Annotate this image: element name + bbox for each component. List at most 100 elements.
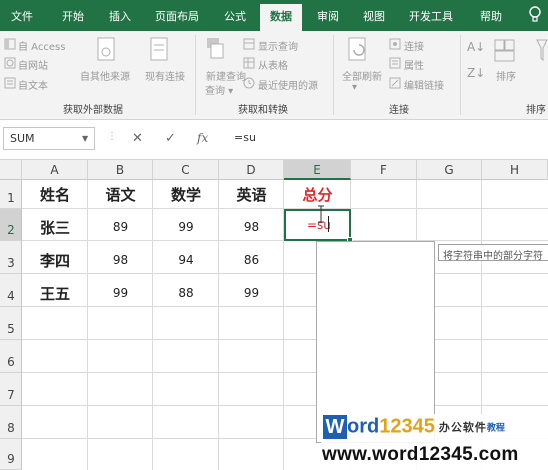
row-header-1[interactable]: 1 <box>0 180 22 209</box>
from-other-sources-button[interactable]: 自其他来源 <box>80 68 130 83</box>
gridline <box>22 372 548 373</box>
tab-file[interactable]: 文件 <box>11 8 33 24</box>
edit-links-button[interactable]: 编辑链接 <box>404 77 444 92</box>
cell-c2[interactable]: 99 <box>153 220 219 234</box>
watermark-office-software: 办公软件 <box>438 421 487 434</box>
enter-formula-button[interactable]: ✓ <box>165 131 176 146</box>
show-queries-button[interactable]: 显示查询 <box>258 38 298 53</box>
cell-d2[interactable]: 98 <box>219 220 284 234</box>
cell-a1[interactable]: 姓名 <box>22 184 88 205</box>
cancel-formula-button[interactable]: ✕ <box>132 131 143 146</box>
gridline <box>22 273 548 274</box>
watermark-url: www.word12345.com <box>322 444 519 465</box>
cell-c3[interactable]: 94 <box>153 253 219 267</box>
row-header-3[interactable]: 3 <box>0 241 22 274</box>
group-separator <box>195 35 196 115</box>
row-header-8[interactable]: 8 <box>0 406 22 439</box>
i-beam-cursor-icon <box>318 205 324 223</box>
tab-help[interactable]: 帮助 <box>480 8 502 24</box>
cell-d3[interactable]: 86 <box>219 253 284 267</box>
cell-e1[interactable]: 总分 <box>284 184 351 205</box>
column-header-g[interactable]: G <box>417 160 482 180</box>
watermark-num: 12345 <box>379 415 435 438</box>
cell-b2[interactable]: 89 <box>88 220 153 234</box>
sort-dialog-icon <box>494 39 515 62</box>
group-label-get-transform: 获取和转换 <box>238 105 288 116</box>
column-header-e[interactable]: E <box>284 160 351 180</box>
row-header-6[interactable]: 6 <box>0 340 22 373</box>
column-header-h[interactable]: H <box>482 160 548 180</box>
new-query-dropdown-icon[interactable]: 查询 ▾ <box>205 82 233 97</box>
tab-page-layout[interactable]: 页面布局 <box>155 8 199 24</box>
new-query-button[interactable]: 新建查询 <box>206 68 246 83</box>
existing-connections-button[interactable]: 现有连接 <box>145 68 185 83</box>
sort-az-icon[interactable]: A↓ <box>467 40 485 54</box>
from-web-button[interactable]: 自网站 <box>18 57 48 72</box>
row-header-2[interactable]: 2 <box>0 209 22 241</box>
insert-function-button[interactable]: fx <box>197 131 208 145</box>
row-header-9[interactable]: 9 <box>0 439 22 470</box>
group-label-get-external-data: 获取外部数据 <box>63 105 123 116</box>
tab-view[interactable]: 视图 <box>363 8 385 24</box>
cell-a4[interactable]: 王五 <box>22 283 88 304</box>
existing-connections-icon <box>150 37 168 61</box>
tab-formulas[interactable]: 公式 <box>224 8 246 24</box>
connections-button[interactable]: 连接 <box>404 38 424 53</box>
from-access-button[interactable]: 自 Access <box>18 38 65 53</box>
sort-button[interactable]: 排序 <box>496 68 516 83</box>
tell-me-bulb-icon[interactable] <box>528 6 542 24</box>
column-header-a[interactable]: A <box>22 160 88 180</box>
group-label-connections: 连接 <box>389 105 409 116</box>
gridline <box>22 405 548 406</box>
recent-sources-button[interactable]: 最近使用的源 <box>258 77 318 92</box>
tab-data[interactable]: 数据 <box>260 4 302 31</box>
cell-d4[interactable]: 99 <box>219 286 284 300</box>
from-table-button[interactable]: 从表格 <box>258 57 288 72</box>
refresh-dropdown-icon[interactable]: ▾ <box>352 82 357 93</box>
tab-developer[interactable]: 开发工具 <box>409 8 453 24</box>
gridline <box>22 339 548 340</box>
column-header-b[interactable]: B <box>88 160 153 180</box>
text-caret <box>328 216 329 232</box>
tab-insert[interactable]: 插入 <box>109 8 131 24</box>
cell-b1[interactable]: 语文 <box>88 184 153 205</box>
from-table-icon <box>243 57 255 69</box>
row-header-5[interactable]: 5 <box>0 307 22 340</box>
function-tooltip: 将字符串中的部分字符 <box>438 244 548 261</box>
row-header-4[interactable]: 4 <box>0 274 22 307</box>
properties-icon <box>389 57 401 69</box>
web-icon <box>4 57 16 69</box>
refresh-all-icon <box>348 37 366 61</box>
formula-bar-grip-icon: ⋮ <box>107 131 117 142</box>
group-separator <box>460 35 461 115</box>
gridline <box>22 306 548 307</box>
tab-review[interactable]: 审阅 <box>317 8 339 24</box>
sort-za-icon[interactable]: Z↓ <box>467 66 485 80</box>
other-sources-icon <box>97 37 115 61</box>
column-header-c[interactable]: C <box>153 160 219 180</box>
row-header-7[interactable]: 7 <box>0 373 22 406</box>
filter-icon <box>536 39 548 62</box>
show-queries-icon <box>243 38 255 50</box>
watermark-tutorial: 教程 <box>486 423 505 434</box>
column-header-d[interactable]: D <box>219 160 284 180</box>
properties-button[interactable]: 属性 <box>404 57 424 72</box>
from-text-button[interactable]: 自文本 <box>18 77 48 92</box>
cell-c4[interactable]: 88 <box>153 286 219 300</box>
select-all-corner[interactable] <box>0 160 22 180</box>
cell-b3[interactable]: 98 <box>88 253 153 267</box>
group-label-sort: 排序 <box>526 105 546 116</box>
tab-home[interactable]: 开始 <box>62 8 84 24</box>
cell-d1[interactable]: 英语 <box>219 184 284 205</box>
cell-a2[interactable]: 张三 <box>22 217 88 238</box>
formula-input[interactable]: =su <box>228 127 548 150</box>
cell-a3[interactable]: 李四 <box>22 250 88 271</box>
function-autocomplete-list[interactable] <box>316 241 435 443</box>
connections-icon <box>389 38 401 50</box>
watermark-ord: ord <box>347 415 380 438</box>
cell-c1[interactable]: 数学 <box>153 184 219 205</box>
name-box-dropdown-icon[interactable]: ▼ <box>82 134 88 143</box>
column-header-f[interactable]: F <box>351 160 417 180</box>
refresh-all-button[interactable]: 全部刷新 <box>342 68 382 83</box>
cell-b4[interactable]: 99 <box>88 286 153 300</box>
